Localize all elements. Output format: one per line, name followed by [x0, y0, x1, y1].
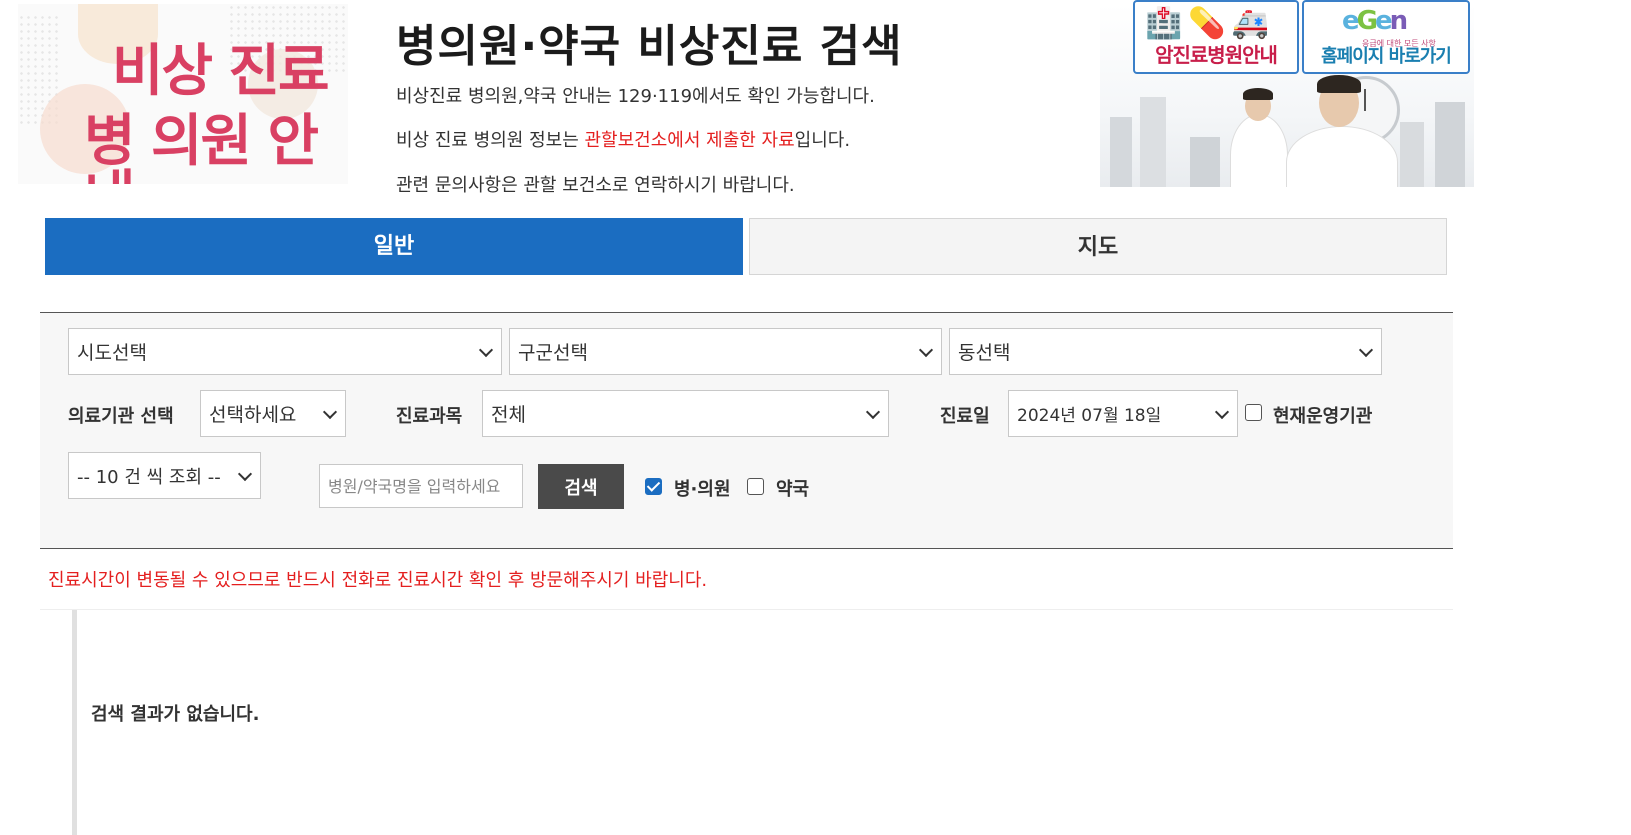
operating-now-checkbox[interactable]	[1245, 404, 1262, 421]
info-text-line3: 관련 문의사항은 관할 보건소로 연락하시기 바랍니다.	[396, 175, 795, 196]
page-size-select[interactable]: -- 10 건 씩 조회 --	[68, 452, 261, 499]
date-label: 진료일	[940, 406, 990, 427]
info-text-prefix: 비상 진료 병의원 정보는	[396, 130, 585, 151]
department-label: 진료과목	[396, 406, 463, 427]
pharmacy-checkbox[interactable]	[747, 478, 764, 495]
chevron-down-icon	[1358, 342, 1374, 357]
no-results-message: 검색 결과가 없습니다.	[91, 704, 260, 725]
hospital-checkbox[interactable]	[645, 478, 662, 495]
date-select-value: 2024년 07월 18일	[1017, 406, 1162, 426]
sido-select[interactable]: 시도선택	[68, 328, 502, 375]
department-select[interactable]: 전체	[482, 390, 889, 437]
institution-label: 의료기관 선택	[68, 406, 174, 427]
dong-select-value: 동선택	[958, 342, 1011, 364]
tab-map[interactable]: 지도	[749, 218, 1447, 275]
chevron-down-icon	[865, 404, 881, 419]
tab-general[interactable]: 일반	[45, 218, 743, 275]
page-title: 병의원·약국 비상진료 검색	[396, 21, 903, 72]
sido-select-value: 시도선택	[77, 342, 147, 364]
homepage-link-button[interactable]: eGen 응급에 대한 모든 사항 홈페이지 바로가기	[1302, 0, 1470, 74]
info-text-line2: 비상 진료 병의원 정보는 관할보건소에서 제출한 자료입니다.	[396, 126, 850, 152]
date-select[interactable]: 2024년 07월 18일	[1008, 390, 1238, 437]
chevron-down-icon	[1214, 404, 1230, 419]
department-select-value: 전체	[491, 404, 526, 426]
section-divider	[40, 609, 1453, 610]
hospital-pharmacy-ambulance-icon: 🏥💊🚑	[1145, 6, 1276, 41]
cancer-hospital-guide-label: 암진료병원안내	[1155, 43, 1278, 67]
egen-logo-icon: eGen	[1342, 6, 1408, 36]
banner-title-line1: 비상 진료	[112, 39, 330, 104]
hospital-checkbox-label: 병·의원	[674, 479, 731, 500]
info-text-suffix: 입니다.	[794, 130, 851, 151]
gugun-select[interactable]: 구군선택	[509, 328, 942, 375]
visit-time-notice: 진료시간이 변동될 수 있으므로 반드시 전화로 진료시간 확인 후 방문해주시…	[48, 570, 708, 591]
gugun-select-value: 구군선택	[518, 342, 588, 364]
chevron-down-icon	[322, 404, 338, 419]
info-text-line1: 비상진료 병의원,약국 안내는 129·119에서도 확인 가능합니다.	[396, 86, 875, 107]
institution-select[interactable]: 선택하세요	[200, 390, 346, 437]
pharmacy-checkbox-label: 약국	[776, 479, 810, 500]
info-text-highlight: 관할보건소에서 제출한 자료	[584, 130, 795, 151]
chevron-down-icon	[918, 342, 934, 357]
emergency-care-banner: 비상 진료 병 의원 안내	[18, 4, 348, 184]
chevron-down-icon	[478, 342, 494, 357]
page-size-select-value: -- 10 건 씩 조회 --	[77, 466, 221, 488]
name-search-input[interactable]	[319, 464, 523, 508]
banner-title-line2: 병 의원 안내	[84, 109, 319, 185]
cancer-hospital-guide-button[interactable]: 🏥💊🚑 암진료병원안내	[1133, 0, 1299, 74]
search-button[interactable]: 검색	[538, 464, 624, 509]
chevron-down-icon	[237, 466, 253, 481]
results-left-border	[72, 610, 77, 835]
institution-select-value: 선택하세요	[209, 404, 297, 426]
operating-now-label: 현재운영기관	[1273, 406, 1373, 427]
homepage-link-label: 홈페이지 바로가기	[1321, 46, 1452, 67]
doctor-illustration	[1230, 88, 1288, 187]
dong-select[interactable]: 동선택	[949, 328, 1382, 375]
